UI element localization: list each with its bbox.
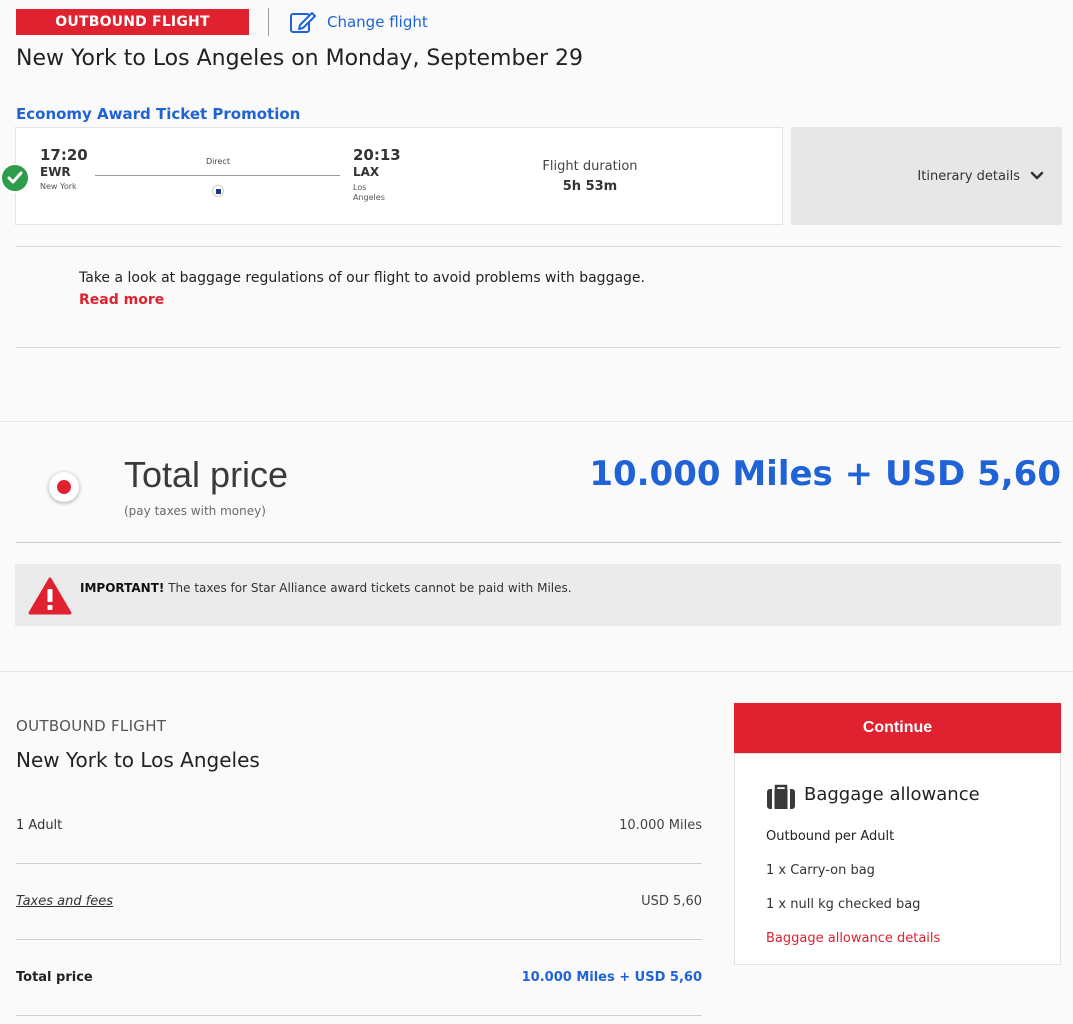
- arrival-airport-code: LAX: [353, 165, 380, 179]
- summary-total-label: Total price: [16, 970, 93, 985]
- passenger-count: 1 Adult: [16, 818, 63, 833]
- baggage-item-carry-on: 1 x Carry-on bag: [766, 863, 875, 878]
- taxes-value: USD 5,60: [641, 894, 702, 909]
- arrival-city: Los Angeles: [353, 183, 385, 202]
- outbound-flight-tag: OUTBOUND FLIGHT: [16, 9, 249, 35]
- header-divider: [268, 8, 269, 36]
- total-price-amount: 10.000 Miles + USD 5,60: [589, 454, 1061, 494]
- flight-duration-label: Flight duration: [542, 159, 638, 174]
- change-flight-label: Change flight: [327, 13, 428, 31]
- flight-card: [15, 127, 783, 225]
- itinerary-details-toggle[interactable]: Itinerary details: [791, 127, 1062, 225]
- divider: [16, 863, 702, 864]
- section-divider: [0, 671, 1073, 672]
- divider: [16, 542, 1061, 543]
- miles-value: 10.000 Miles: [619, 818, 702, 833]
- divider: [16, 347, 1061, 348]
- change-flight-link[interactable]: Change flight: [289, 8, 428, 36]
- total-price-note: (pay taxes with money): [124, 504, 266, 518]
- read-more-link[interactable]: Read more: [79, 292, 164, 308]
- chevron-down-icon: [1030, 171, 1044, 180]
- baggage-allowance-subtitle: Outbound per Adult: [766, 829, 895, 844]
- baggage-allowance-details-link[interactable]: Baggage allowance details: [766, 931, 940, 946]
- departure-airport-code: EWR: [40, 165, 71, 179]
- departure-time: 17:20: [40, 146, 88, 164]
- flight-duration-value: 5h 53m: [562, 179, 618, 194]
- important-label: IMPORTANT!: [80, 581, 165, 595]
- page-title: New York to Los Angeles on Monday, Septe…: [16, 46, 584, 71]
- airline-logo-icon: [212, 185, 224, 197]
- total-price-label: Total price: [124, 454, 289, 495]
- departure-city: New York: [40, 182, 77, 191]
- route-line: [95, 175, 340, 176]
- divider: [16, 1015, 702, 1016]
- fare-promo-title: Economy Award Ticket Promotion: [16, 105, 301, 123]
- section-divider: [0, 421, 1073, 422]
- summary-route: New York to Los Angeles: [16, 748, 260, 772]
- divider: [16, 246, 1061, 247]
- important-notice: [15, 564, 1061, 626]
- price-option-radio[interactable]: [49, 472, 79, 502]
- important-notice-text: IMPORTANT! The taxes for Star Alliance a…: [80, 581, 572, 595]
- summary-total-value: 10.000 Miles + USD 5,60: [521, 970, 702, 985]
- summary-section-label: OUTBOUND FLIGHT: [16, 717, 167, 735]
- edit-icon: [290, 12, 316, 33]
- important-message: The taxes for Star Alliance award ticket…: [168, 581, 572, 595]
- baggage-note: Take a look at baggage regulations of ou…: [79, 270, 645, 286]
- suitcase-icon: [767, 784, 795, 809]
- warning-icon: [28, 577, 72, 615]
- stops-label: Direct: [206, 157, 230, 166]
- selected-check-icon: [0, 163, 30, 193]
- taxes-and-fees-link[interactable]: Taxes and fees: [16, 894, 113, 909]
- baggage-allowance-title: Baggage allowance: [804, 784, 980, 805]
- continue-button[interactable]: Continue: [734, 703, 1061, 753]
- divider: [16, 939, 702, 940]
- baggage-item-checked: 1 x null kg checked bag: [766, 897, 921, 912]
- arrival-time: 20:13: [353, 146, 401, 164]
- itinerary-details-label: Itinerary details: [917, 168, 1020, 184]
